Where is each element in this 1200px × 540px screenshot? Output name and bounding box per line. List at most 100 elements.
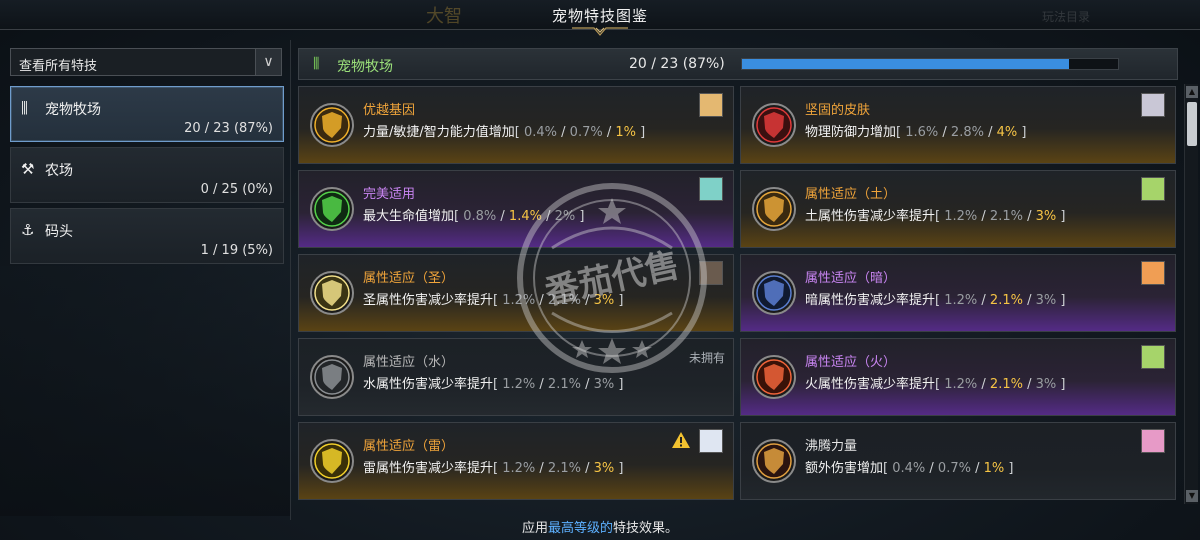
skill-tier-value: 2.1% [989, 209, 1023, 224]
skill-tier-value: 3% [1035, 377, 1057, 392]
farm-bars-icon: ⫼ [313, 56, 320, 72]
value-separator: / [970, 461, 984, 476]
category-item[interactable]: ⚓ 码头 1 / 19 (5%) [10, 208, 284, 264]
bracket-close: ] [614, 461, 624, 476]
skill-card[interactable]: 属性适应（土） 土属性伤害减少率提升[ 1.2% / 2.1% / 3% ] [740, 170, 1176, 248]
skill-card[interactable]: 优越基因 力量/敏捷/智力能力值增加[ 0.4% / 0.7% / 1% ] [298, 86, 734, 164]
scroll-up-icon[interactable]: ▲ [1186, 86, 1198, 98]
value-separator: / [580, 461, 594, 476]
skill-effect-text: 最大生命值增加 [363, 209, 455, 224]
green-sprout-pet-icon[interactable] [1141, 177, 1165, 201]
skill-tier-value: 1.2% [502, 377, 536, 392]
skill-tier-value: 1.2% [944, 293, 978, 308]
skill-title: 属性适应（圣） [363, 271, 455, 286]
fire-shield-emblem-icon [752, 355, 796, 399]
orange-hat-pet-icon[interactable] [1141, 261, 1165, 285]
pink-pig-pet-icon[interactable] [1141, 429, 1165, 453]
farm-bars-icon: ⫼ [21, 99, 28, 117]
skill-title: 沸腾力量 [805, 439, 858, 454]
skill-effect-text: 力量/敏捷/智力能力值增加 [363, 125, 515, 140]
skill-tier-value: 3% [1035, 293, 1057, 308]
green-figure-emblem-icon [310, 187, 354, 231]
skill-description: 物理防御力增加[ 1.6% / 2.8% / 4% ] [805, 121, 1026, 140]
skill-title: 坚固的皮肤 [805, 103, 871, 118]
skill-tier-value: 3% [593, 377, 615, 392]
skill-card[interactable]: 属性适应（火） 火属性伤害减少率提升[ 1.2% / 2.1% / 3% ] [740, 338, 1176, 416]
skill-description: 火属性伤害减少率提升[ 1.2% / 2.1% / 3% ] [805, 373, 1065, 392]
earth-shield-emblem-icon [752, 187, 796, 231]
category-name: 宠物牧场 [45, 102, 101, 118]
category-count: 0 / 25 (0%) [200, 182, 273, 197]
value-separator: / [938, 125, 951, 140]
collection-progress-bar [741, 58, 1119, 70]
watermark-text: 番茄代售 [542, 245, 683, 312]
category-name: 农场 [45, 163, 73, 179]
skill-tier-value: 2.1% [989, 377, 1023, 392]
scroll-thumb[interactable] [1187, 102, 1197, 146]
skill-title: 属性适应（雷） [363, 439, 455, 454]
skill-effect-text: 额外伤害增加 [805, 461, 884, 476]
white-blue-pet-icon[interactable] [699, 429, 723, 453]
category-header: ⫼ 宠物牧场 20 / 23 (87%) [298, 48, 1178, 80]
skill-title: 属性适应（土） [805, 187, 897, 202]
bracket-close: ] [1056, 377, 1066, 392]
skill-card[interactable]: 属性适应（雷） 雷属性伤害减少率提升[ 1.2% / 2.1% / 3% ] [298, 422, 734, 500]
white-creature-pet-icon[interactable] [1141, 93, 1165, 117]
chevron-down-icon[interactable]: ∨ [255, 49, 281, 75]
skill-tier-value: 1% [983, 461, 1005, 476]
category-count: 20 / 23 (87%) [184, 121, 273, 136]
skill-description: 土属性伤害减少率提升[ 1.2% / 2.1% / 3% ] [805, 205, 1065, 224]
skill-tier-value: 1.2% [944, 377, 978, 392]
value-separator: / [496, 209, 509, 224]
footer-note: 应用最高等级的特技效果。 [0, 517, 1200, 536]
scroll-down-icon[interactable]: ▼ [1186, 490, 1198, 502]
footer-highlight: 最高等级的 [547, 521, 613, 536]
bracket-open: [ [935, 377, 945, 392]
collection-progress-fill [742, 59, 1070, 69]
category-item[interactable]: ⚒ 农场 0 / 25 (0%) [10, 147, 284, 203]
skill-card[interactable]: 坚固的皮肤物理防御力增加[ 1.6% / 2.8% / 4% ] [740, 86, 1176, 164]
water-shield-emblem-icon [310, 355, 354, 399]
skill-tier-value: 3% [1035, 209, 1057, 224]
skill-card[interactable]: 沸腾力量额外伤害增加[ 0.4% / 0.7% / 1% ] [740, 422, 1176, 500]
bracket-close: ] [1004, 461, 1014, 476]
skill-effect-text: 圣属性伤害减少率提升 [363, 293, 494, 308]
bracket-open: [ [493, 377, 503, 392]
skill-tier-value: 2.1% [989, 293, 1023, 308]
window-title: 宠物特技图鉴 [551, 7, 648, 25]
value-separator: / [602, 125, 616, 140]
skill-tier-value: 0.4% [892, 461, 926, 476]
skill-tier-value: 0.7% [937, 461, 971, 476]
value-separator: / [557, 125, 570, 140]
skill-effect-text: 水属性伤害减少率提升 [363, 377, 494, 392]
category-item[interactable]: ⫼ 宠物牧场 20 / 23 (87%) [10, 86, 284, 142]
skill-tier-value: 0.4% [523, 125, 558, 140]
bracket-open: [ [935, 209, 945, 224]
bracket-open: [ [883, 461, 893, 476]
crossed-swords-emblem-icon [752, 439, 796, 483]
skill-tier-value: 1.2% [502, 461, 536, 476]
bracket-close: ] [1056, 293, 1066, 308]
skill-tier-value: 1.6% [905, 125, 939, 140]
footer-prefix: 应用 [521, 521, 548, 536]
warning-icon[interactable] [671, 431, 691, 449]
skill-filter-dropdown[interactable]: 查看所有特技 ∨ [10, 48, 282, 76]
skill-effect-text: 物理防御力增加 [805, 125, 897, 140]
green-sprout-pet-icon[interactable] [1141, 345, 1165, 369]
skill-description: 额外伤害增加[ 0.4% / 0.7% / 1% ] [805, 457, 1013, 476]
bracket-open: [ [454, 209, 464, 224]
red-cube-emblem-icon [752, 103, 796, 147]
skill-list-scrollbar[interactable]: ▲ ▼ [1184, 84, 1198, 504]
skill-tier-value: 0.7% [569, 125, 603, 140]
yellow-dog-pet-icon[interactable] [699, 93, 723, 117]
skill-effect-text: 火属性伤害减少率提升 [805, 377, 936, 392]
value-separator: / [1022, 377, 1036, 392]
bracket-open: [ [896, 125, 906, 140]
skill-card[interactable]: 属性适应（暗） 暗属性伤害减少率提升[ 1.2% / 2.1% / 3% ] [740, 254, 1176, 332]
skill-tier-value: 3% [593, 461, 615, 476]
skill-tier-value: 1.2% [944, 209, 978, 224]
skill-tier-value: 0.8% [463, 209, 497, 224]
category-header-title: 宠物牧场 [337, 59, 393, 75]
footer-suffix: 特技效果。 [613, 521, 679, 536]
bracket-open: [ [493, 461, 503, 476]
